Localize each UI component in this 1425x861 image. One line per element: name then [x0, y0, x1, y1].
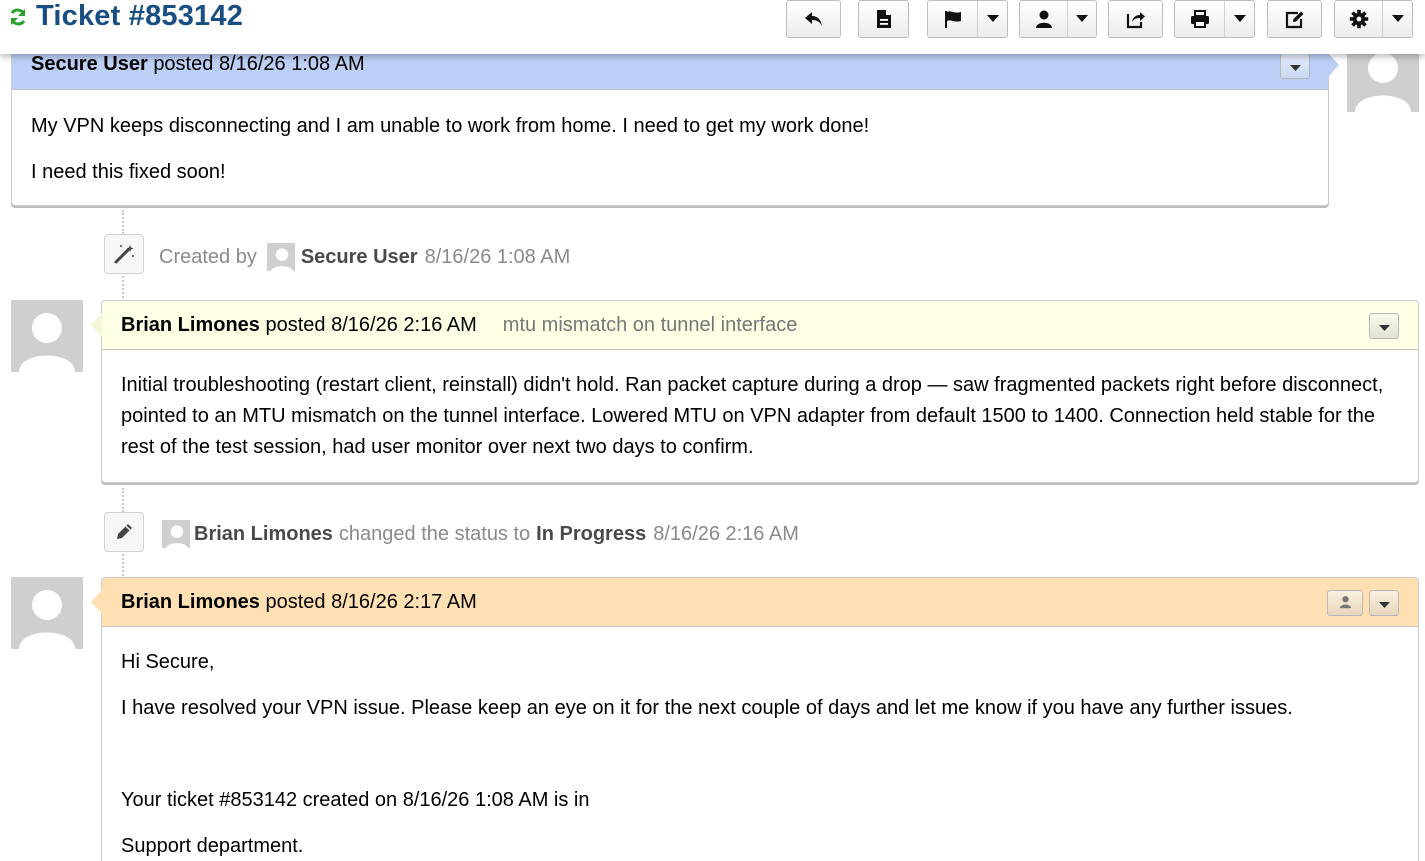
edit-button[interactable]: [1267, 0, 1322, 38]
posted-label: posted: [265, 314, 326, 336]
entry-options-button[interactable]: [1280, 53, 1310, 79]
posted-label: posted: [153, 53, 214, 75]
internal-note-entry: Brian Limones posted 8/16/26 2:16 AM mtu …: [91, 300, 1419, 483]
timeline-connector: [122, 488, 124, 512]
user-icon: [1339, 579, 1352, 628]
gear-icon: [1335, 1, 1382, 37]
note-body: Initial troubleshooting (restart client,…: [102, 350, 1418, 492]
note-header: Brian Limones posted 8/16/26 2:16 AM mtu …: [91, 301, 1418, 350]
settings-button[interactable]: [1334, 0, 1413, 38]
response-timestamp: 8/16/26 2:17 AM: [331, 591, 477, 613]
response-header: Brian Limones posted 8/16/26 2:17 AM: [91, 578, 1418, 627]
note-author[interactable]: Brian Limones: [121, 314, 260, 336]
message-timestamp: 8/16/26 1:08 AM: [218, 53, 365, 75]
pointer-arrow: [91, 590, 102, 614]
note-icon: [859, 1, 908, 37]
chevron-down-icon[interactable]: [1224, 1, 1254, 37]
chevron-down-icon: [1378, 579, 1390, 628]
chevron-down-icon: [1378, 302, 1390, 351]
signature-user-button[interactable]: [1327, 590, 1363, 616]
chevron-down-icon[interactable]: [1382, 1, 1412, 37]
refresh-icon[interactable]: [8, 7, 28, 27]
event-user[interactable]: Secure User: [301, 246, 418, 269]
response-paragraph: I have resolved your VPN issue. Please k…: [121, 697, 1293, 719]
message-paragraph: My VPN keeps disconnecting and I am unab…: [31, 115, 870, 137]
chevron-down-icon[interactable]: [1067, 1, 1096, 37]
flag-button[interactable]: [927, 0, 1008, 38]
entry-options-button[interactable]: [1369, 313, 1399, 339]
thread-event: Brian Limones changed the status to In P…: [162, 520, 799, 548]
print-button[interactable]: [1174, 0, 1255, 38]
reply-icon: [787, 1, 840, 37]
ticket-header: Ticket #853142: [0, 0, 1425, 54]
transfer-button[interactable]: [1108, 0, 1163, 38]
response-paragraph: [121, 739, 1399, 770]
note-timestamp: 8/16/26 2:16 AM: [331, 314, 477, 336]
response-paragraph: Your ticket #853142 created on 8/16/26 1…: [121, 789, 590, 811]
response-paragraph: Hi Secure,: [121, 651, 215, 673]
print-icon: [1175, 1, 1224, 37]
magic-wand-icon: [104, 234, 144, 274]
avatar: [11, 300, 83, 372]
note-button[interactable]: [858, 0, 909, 38]
message-body: My VPN keeps disconnecting and I am unab…: [12, 90, 1328, 217]
message-paragraph: I need this fixed soon!: [31, 161, 226, 183]
timeline-connector: [122, 276, 124, 298]
flag-icon: [928, 1, 977, 37]
response-author[interactable]: Brian Limones: [121, 591, 260, 613]
edit-icon: [1268, 1, 1321, 37]
timeline-connector: [122, 210, 124, 234]
entry-options-button[interactable]: [1369, 590, 1399, 616]
response-paragraph: Support department.: [121, 835, 304, 857]
note-subject: mtu mismatch on tunnel interface: [502, 314, 798, 336]
user-icon: [1020, 1, 1067, 37]
message-author[interactable]: Secure User: [31, 53, 148, 75]
event-action: changed the status to: [338, 522, 531, 545]
event-user[interactable]: Brian Limones: [194, 523, 333, 546]
event-timestamp: 8/16/26 1:08 AM: [424, 245, 571, 268]
avatar: [162, 520, 190, 548]
response-entry: Brian Limones posted 8/16/26 2:17 AM Hi …: [91, 577, 1419, 861]
pointer-arrow: [91, 313, 102, 337]
reply-button[interactable]: [786, 0, 841, 38]
share-icon: [1109, 1, 1162, 37]
event-timestamp: 8/16/26 2:16 AM: [653, 522, 799, 545]
response-body: Hi Secure, I have resolved your VPN issu…: [102, 627, 1418, 861]
pencil-icon: [104, 512, 144, 552]
avatar: [266, 243, 295, 271]
chevron-down-icon[interactable]: [977, 1, 1007, 37]
assign-button[interactable]: [1019, 0, 1097, 38]
pointer-arrow: [1328, 53, 1339, 77]
thread-event: Created by Secure User 8/16/26 1:08 AM: [159, 243, 570, 271]
timeline-connector: [122, 554, 124, 576]
page-title[interactable]: Ticket #853142: [36, 0, 243, 33]
note-paragraph: Initial troubleshooting (restart client,…: [121, 374, 1384, 458]
posted-label: posted: [265, 591, 326, 613]
event-prefix: Created by: [159, 245, 257, 268]
event-status-value: In Progress: [536, 522, 647, 545]
message-entry: Secure User posted 8/16/26 1:08 AM My VP…: [11, 38, 1339, 206]
avatar: [11, 577, 83, 649]
